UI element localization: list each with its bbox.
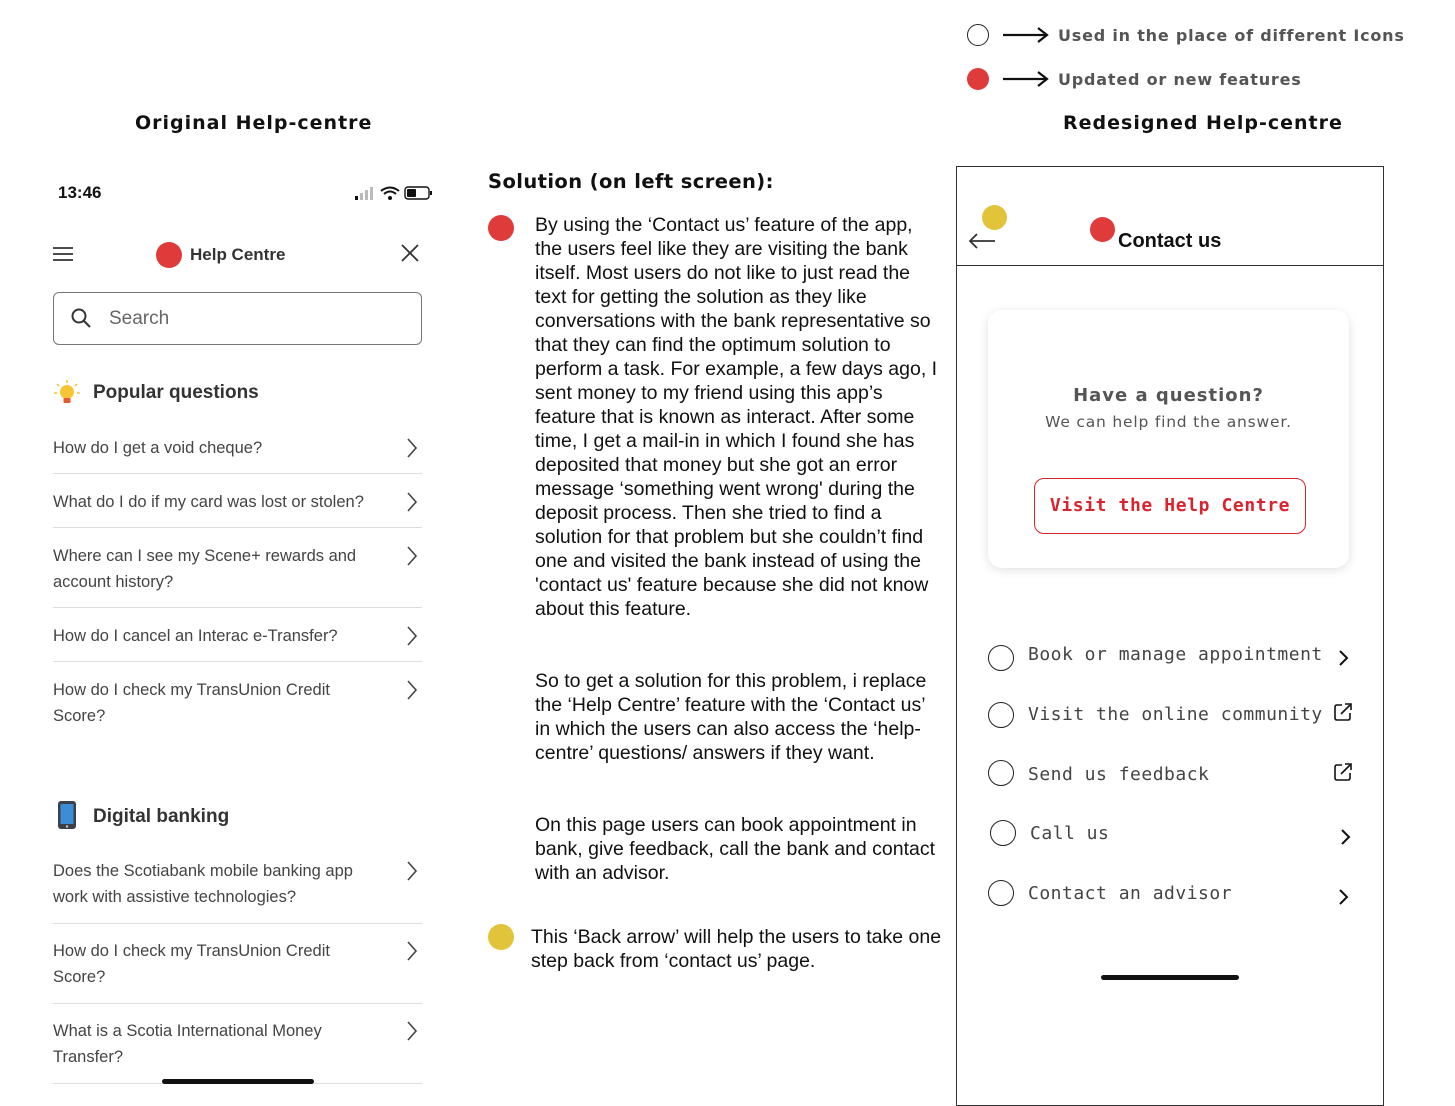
solution-title: Solution (on left screen):: [488, 170, 774, 193]
chevron-right-icon: [407, 546, 418, 566]
status-time: 13:46: [58, 183, 102, 202]
legend-red-circle: [967, 68, 989, 90]
question-row[interactable]: How do I cancel an Interac e-Transfer?: [53, 608, 422, 662]
solution-paragraph-1: By using the ‘Contact us’ feature of the…: [535, 214, 938, 620]
option-call-us[interactable]: Call us: [1030, 823, 1109, 844]
question-text: Does the Scotiabank mobile banking app w…: [53, 862, 353, 906]
question-text: What do I do if my card was lost or stol…: [53, 493, 364, 511]
new-feature-marker: [488, 215, 514, 241]
question-row[interactable]: Does the Scotiabank mobile banking app w…: [53, 845, 422, 924]
back-arrow-marker: [488, 924, 514, 950]
chevron-right-icon[interactable]: [1336, 827, 1356, 847]
chevron-right-icon: [407, 626, 418, 646]
chevron-right-icon: [407, 438, 418, 458]
page-title: Contact us: [1118, 230, 1222, 252]
question-row[interactable]: How do I check my TransUnion Credit Scor…: [53, 662, 422, 742]
legend-outline-circle: [967, 24, 989, 46]
option-send-feedback[interactable]: Send us feedback: [1028, 764, 1209, 785]
placeholder-icon: [988, 760, 1014, 786]
close-icon[interactable]: [401, 244, 419, 262]
section-title-popular: Popular questions: [93, 382, 259, 403]
question-row[interactable]: What do I do if my card was lost or stol…: [53, 474, 422, 528]
back-arrow-icon[interactable]: [968, 233, 996, 249]
home-indicator: [162, 1079, 314, 1084]
search-input[interactable]: Search: [53, 292, 422, 345]
redesigned-phone-frame: Contact us Have a question? We can help …: [956, 166, 1384, 1106]
search-placeholder: Search: [109, 308, 170, 329]
placeholder-icon: [990, 820, 1016, 846]
mobile-phone-icon: [58, 801, 76, 829]
chevron-right-icon: [407, 861, 418, 881]
signal-icon: [355, 196, 358, 200]
new-feature-marker: [1090, 217, 1115, 242]
chevron-right-icon: [407, 1021, 418, 1041]
solution-paragraph-4: This ‘Back arrow’ will help the users to…: [531, 926, 942, 972]
original-heading: Original Help-centre: [135, 112, 373, 134]
legend-outline-text: Used in the place of different Icons: [1058, 26, 1405, 45]
question-text: How do I cancel an Interac e-Transfer?: [53, 627, 338, 645]
arrow-right-icon: [1003, 71, 1049, 87]
page-title: Help Centre: [190, 245, 286, 264]
placeholder-icon: [988, 645, 1014, 671]
option-contact-advisor[interactable]: Contact an advisor: [1028, 883, 1232, 904]
question-row[interactable]: How do I get a void cheque?: [53, 432, 422, 474]
question-row[interactable]: How do I check my TransUnion Credit Scor…: [53, 924, 422, 1004]
visit-help-centre-button[interactable]: Visit the Help Centre: [1034, 478, 1306, 534]
chevron-right-icon[interactable]: [1334, 887, 1354, 907]
search-icon: [71, 308, 91, 328]
option-book-appointment[interactable]: Book or manage appointment: [1028, 644, 1323, 665]
card-question: Have a question?: [1073, 385, 1264, 406]
section-title-digital: Digital banking: [93, 806, 230, 827]
back-arrow-marker: [982, 205, 1007, 230]
question-text: How do I check my TransUnion Credit Scor…: [53, 681, 330, 725]
legend-red-text: Updated or new features: [1058, 70, 1302, 89]
card-subtext: We can help find the answer.: [1045, 413, 1292, 431]
status-icons: [355, 186, 432, 200]
solution-paragraph-2: So to get a solution for this problem, i…: [535, 670, 927, 764]
header-divider: [957, 265, 1383, 266]
external-link-icon[interactable]: [1333, 762, 1353, 782]
question-text: How do I get a void cheque?: [53, 439, 263, 457]
question-text: What is a Scotia International Money Tra…: [53, 1022, 322, 1066]
lightbulb-icon: [54, 380, 80, 403]
help-card: Have a question? We can help find the an…: [988, 310, 1349, 568]
arrow-right-icon: [1003, 27, 1049, 43]
new-feature-marker: [156, 242, 182, 268]
question-row[interactable]: Where can I see my Scene+ rewards and ac…: [53, 528, 422, 608]
home-indicator: [1101, 975, 1239, 980]
question-row[interactable]: What is a Scotia International Money Tra…: [53, 1004, 422, 1084]
redesigned-heading: Redesigned Help-centre: [1063, 112, 1343, 134]
question-text: Where can I see my Scene+ rewards and ac…: [53, 547, 357, 591]
chevron-right-icon: [407, 492, 418, 512]
solution-paragraph-3: On this page users can book appointment …: [535, 814, 936, 884]
placeholder-icon: [988, 702, 1014, 728]
chevron-right-icon[interactable]: [1334, 648, 1354, 668]
placeholder-icon: [988, 880, 1014, 906]
chevron-right-icon: [407, 941, 418, 961]
external-link-icon[interactable]: [1333, 702, 1353, 722]
question-text: How do I check my TransUnion Credit Scor…: [53, 942, 330, 986]
chevron-right-icon: [407, 680, 418, 700]
option-online-community[interactable]: Visit the online community: [1028, 704, 1323, 725]
hamburger-menu-icon[interactable]: [53, 246, 73, 262]
